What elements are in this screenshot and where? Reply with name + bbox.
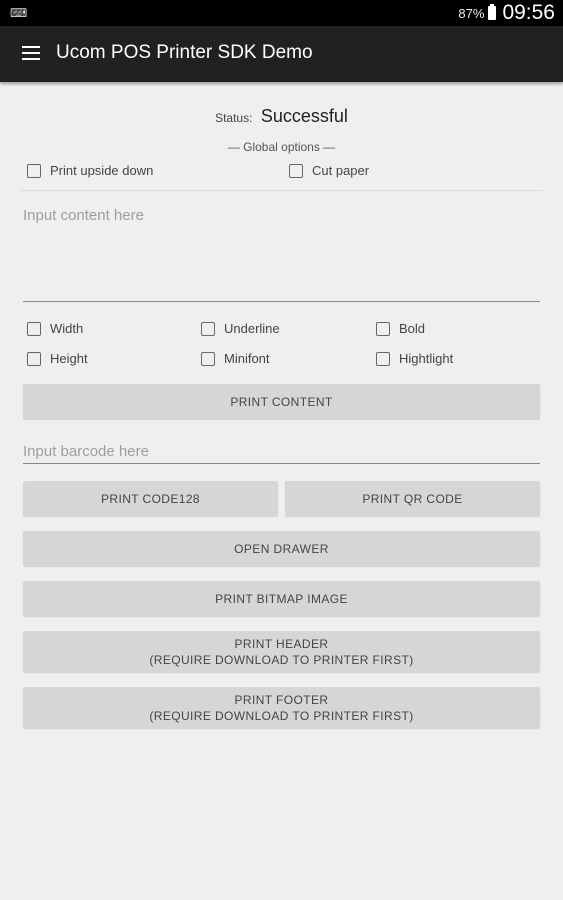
print-bitmap-label: PRINT BITMAP IMAGE (215, 591, 348, 606)
checkbox-icon[interactable] (27, 351, 41, 366)
checkbox-icon[interactable] (376, 321, 390, 336)
barcode-input[interactable] (23, 440, 540, 464)
keyboard-icon: ⌨ (10, 6, 28, 20)
app-bar: Ucom POS Printer SDK Demo (0, 26, 563, 82)
checkbox-icon[interactable] (27, 321, 41, 336)
open-drawer-button[interactable]: OPEN DRAWER (23, 531, 540, 566)
system-status-bar: ⌨ 87% 09:56 (0, 0, 563, 26)
bold-checkbox[interactable]: Bold (376, 321, 425, 336)
underline-checkbox[interactable]: Underline (201, 321, 280, 336)
global-options-heading: — Global options — (227, 140, 336, 154)
print-content-label: PRINT CONTENT (230, 394, 333, 409)
underline-label: Underline (224, 321, 280, 336)
open-drawer-label: OPEN DRAWER (234, 541, 329, 556)
bold-label: Bold (399, 321, 426, 336)
checkbox-icon[interactable] (201, 351, 215, 366)
print-header-label: PRINT HEADER (234, 636, 329, 651)
print-content-button[interactable]: PRINT CONTENT (23, 384, 540, 419)
upside-down-checkbox[interactable]: Print upside down (27, 163, 153, 178)
clock: 09:56 (502, 1, 555, 24)
print-qr-code-label: PRINT QR CODE (362, 491, 463, 506)
print-code128-button[interactable]: PRINT CODE128 (23, 481, 278, 516)
highlight-checkbox[interactable]: Hightlight (376, 351, 453, 366)
print-footer-button[interactable]: PRINT FOOTER (REQUIRE DOWNLOAD TO PRINTE… (23, 687, 540, 728)
checkbox-icon[interactable] (27, 163, 41, 178)
width-label: Width (50, 321, 84, 336)
highlight-label: Hightlight (399, 351, 454, 366)
print-header-button[interactable]: PRINT HEADER (REQUIRE DOWNLOAD TO PRINTE… (23, 631, 540, 672)
width-checkbox[interactable]: Width (27, 321, 83, 336)
divider (20, 190, 543, 191)
checkbox-icon[interactable] (376, 351, 390, 366)
print-footer-label: PRINT FOOTER (234, 692, 329, 707)
print-footer-note: (REQUIRE DOWNLOAD TO PRINTER FIRST) (149, 708, 414, 723)
cut-paper-checkbox[interactable]: Cut paper (289, 163, 369, 178)
minifont-label: Minifont (224, 351, 270, 366)
battery-icon (488, 4, 497, 20)
cut-paper-label: Cut paper (312, 163, 370, 178)
checkbox-icon[interactable] (289, 163, 303, 178)
upside-down-label: Print upside down (50, 163, 154, 178)
height-checkbox[interactable]: Height (27, 351, 88, 366)
status-indicators: 87% 09:56 (458, 1, 555, 25)
hamburger-menu-icon[interactable] (22, 46, 40, 60)
minifont-checkbox[interactable]: Minifont (201, 351, 270, 366)
app-title: Ucom POS Printer SDK Demo (56, 42, 313, 63)
status-value: Successful (260, 106, 348, 126)
print-header-note: (REQUIRE DOWNLOAD TO PRINTER FIRST) (149, 652, 414, 667)
print-qr-code-button[interactable]: PRINT QR CODE (285, 481, 540, 516)
battery-percentage: 87% (458, 5, 485, 21)
content-input[interactable] (23, 207, 540, 302)
status-row: Status: Successful (0, 106, 563, 127)
print-code128-label: PRINT CODE128 (100, 491, 200, 506)
status-label: Status: (215, 111, 253, 125)
checkbox-icon[interactable] (201, 321, 215, 336)
print-bitmap-button[interactable]: PRINT BITMAP IMAGE (23, 581, 540, 616)
height-label: Height (50, 351, 88, 366)
